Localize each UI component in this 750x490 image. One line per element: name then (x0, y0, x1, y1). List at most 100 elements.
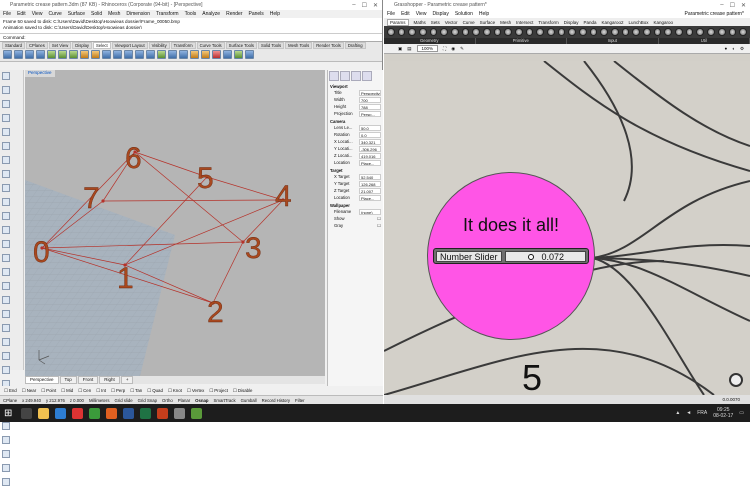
help-panel-icon[interactable] (362, 71, 372, 81)
new-file-icon[interactable] (3, 50, 12, 59)
gh-menu-edit[interactable]: Edit (401, 11, 410, 17)
osnap-quad[interactable]: Quad (147, 388, 163, 394)
slider-knob[interactable] (528, 254, 534, 260)
viewport-tab-perspective[interactable]: Perspective (25, 376, 59, 384)
circle-icon[interactable] (2, 128, 10, 136)
prop-value[interactable]: 788 (359, 104, 381, 110)
gh-tab-lunchbox[interactable]: LunchBox (629, 20, 649, 25)
layer-icon[interactable] (212, 50, 221, 59)
split-icon[interactable] (2, 310, 10, 318)
zoom-window-icon[interactable] (135, 50, 144, 59)
gh-param-icon[interactable] (590, 28, 598, 36)
menu-panels[interactable]: Panels (249, 11, 264, 17)
tab-curve-tools[interactable]: Curve Tools (197, 42, 225, 49)
tab-display[interactable]: Display (72, 42, 92, 49)
volume-icon[interactable]: ◄ (686, 410, 691, 416)
gh-param-icon[interactable] (472, 28, 480, 36)
gh-group-input[interactable]: Input (567, 38, 659, 44)
prop-value[interactable]: 340.321 (359, 139, 381, 145)
gh-tab-maths[interactable]: Maths (414, 20, 426, 25)
prop-value[interactable]: 50.0 (359, 125, 381, 131)
gh-menu-display[interactable]: Display (432, 11, 448, 17)
status-planar[interactable]: Planar (178, 398, 190, 403)
gh-param-icon[interactable] (558, 28, 566, 36)
osnap-end[interactable]: End (4, 388, 17, 394)
join-icon[interactable] (2, 324, 10, 332)
status-record-history[interactable]: Record History (262, 398, 290, 403)
gh-tab-kangaroo[interactable]: Kangaroo (654, 20, 674, 25)
display-icon[interactable] (351, 71, 361, 81)
osnap-point[interactable]: Point (41, 388, 56, 394)
menu-view[interactable]: View (32, 11, 43, 17)
gh-param-icon[interactable] (739, 28, 747, 36)
gh-tab-vector[interactable]: Vector (445, 20, 458, 25)
gh-group-geometry[interactable]: Geometry (384, 38, 476, 44)
grid-icon[interactable] (2, 478, 10, 486)
menu-mesh[interactable]: Mesh (108, 11, 120, 17)
gh-param-icon[interactable] (664, 28, 672, 36)
gh-open-icon[interactable]: ▣ (398, 46, 402, 52)
gh-param-icon[interactable] (729, 28, 737, 36)
gh-param-icon[interactable] (398, 28, 406, 36)
word-icon[interactable] (123, 408, 134, 419)
tab-select[interactable]: Select (93, 42, 111, 49)
gh-tab-curve[interactable]: Curve (463, 20, 475, 25)
osnap-tan[interactable]: Tan (130, 388, 142, 394)
network-icon[interactable]: ▲ (675, 410, 680, 416)
prop-value[interactable]: Persp... (359, 111, 381, 117)
polyline-icon[interactable] (2, 86, 10, 94)
gh-tab-sets[interactable]: Sets (431, 20, 440, 25)
gh-canvas[interactable]: It does it all! Number Slider 0.072 5 (384, 61, 750, 395)
prop-value[interactable]: -306.296 (359, 146, 381, 152)
arc-icon[interactable] (2, 114, 10, 122)
status-gumball[interactable]: Gumball (241, 398, 257, 403)
properties-icon[interactable] (223, 50, 232, 59)
zoom-extents-icon[interactable] (146, 50, 155, 59)
trim-icon[interactable] (2, 296, 10, 304)
gh-param-icon[interactable] (483, 28, 491, 36)
undo-icon[interactable] (80, 50, 89, 59)
cut-icon[interactable] (47, 50, 56, 59)
open-file-icon[interactable] (14, 50, 23, 59)
gh-tab-kangaroo2[interactable]: Kangaroo2 (602, 20, 624, 25)
slider-track[interactable]: 0.072 (505, 251, 586, 262)
show-checkbox[interactable]: ☐ (377, 216, 381, 221)
osnap-int[interactable]: Int (96, 388, 106, 394)
gh-param-icon[interactable] (462, 28, 470, 36)
zoom-extents-icon[interactable]: ⛶ (443, 46, 446, 51)
powerpoint-icon[interactable] (157, 408, 168, 419)
gh-param-icon[interactable] (718, 28, 726, 36)
maximize-icon[interactable]: ☐ (730, 2, 735, 9)
chrome-icon[interactable] (89, 408, 100, 419)
gh-param-icon[interactable] (408, 28, 416, 36)
number-slider[interactable]: Number Slider 0.072 (433, 248, 589, 264)
menu-help[interactable]: Help (270, 11, 280, 17)
gh-menu-file[interactable]: File (387, 11, 395, 17)
menu-surface[interactable]: Surface (68, 11, 85, 17)
shade-icon[interactable] (190, 50, 199, 59)
gh-group-util[interactable]: Util (659, 38, 750, 44)
tab-visibility[interactable]: Visibility (149, 42, 170, 49)
rectangle-icon[interactable] (2, 156, 10, 164)
gh-param-icon[interactable] (547, 28, 555, 36)
status-filter[interactable]: Filter (295, 398, 305, 403)
gh-settings-icon[interactable]: ⚙ (740, 46, 750, 52)
language-indicator[interactable]: FRA (697, 410, 707, 416)
rotate-view-icon[interactable] (113, 50, 122, 59)
prop-value[interactable]: 52.540 (359, 174, 381, 180)
sketch-icon[interactable]: ✎ (460, 46, 464, 52)
gh-param-icon[interactable] (643, 28, 651, 36)
osnap-cen[interactable]: Cen (78, 388, 91, 394)
osnap-vertex[interactable]: Vertex (187, 388, 204, 394)
gh-param-icon[interactable] (632, 28, 640, 36)
gh-param-icon[interactable] (675, 28, 683, 36)
redo-icon[interactable] (91, 50, 100, 59)
gh-tab-params[interactable]: Params (387, 19, 409, 26)
boolean-icon[interactable] (2, 436, 10, 444)
clock[interactable]: 09:25 08-02-17 (713, 407, 733, 419)
tab-standard[interactable]: Standard (2, 42, 25, 49)
prop-value[interactable]: 21.007 (359, 188, 381, 194)
menu-curve[interactable]: Curve (48, 11, 61, 17)
rhino-taskbar-icon[interactable] (174, 408, 185, 419)
curve-icon[interactable] (2, 100, 10, 108)
